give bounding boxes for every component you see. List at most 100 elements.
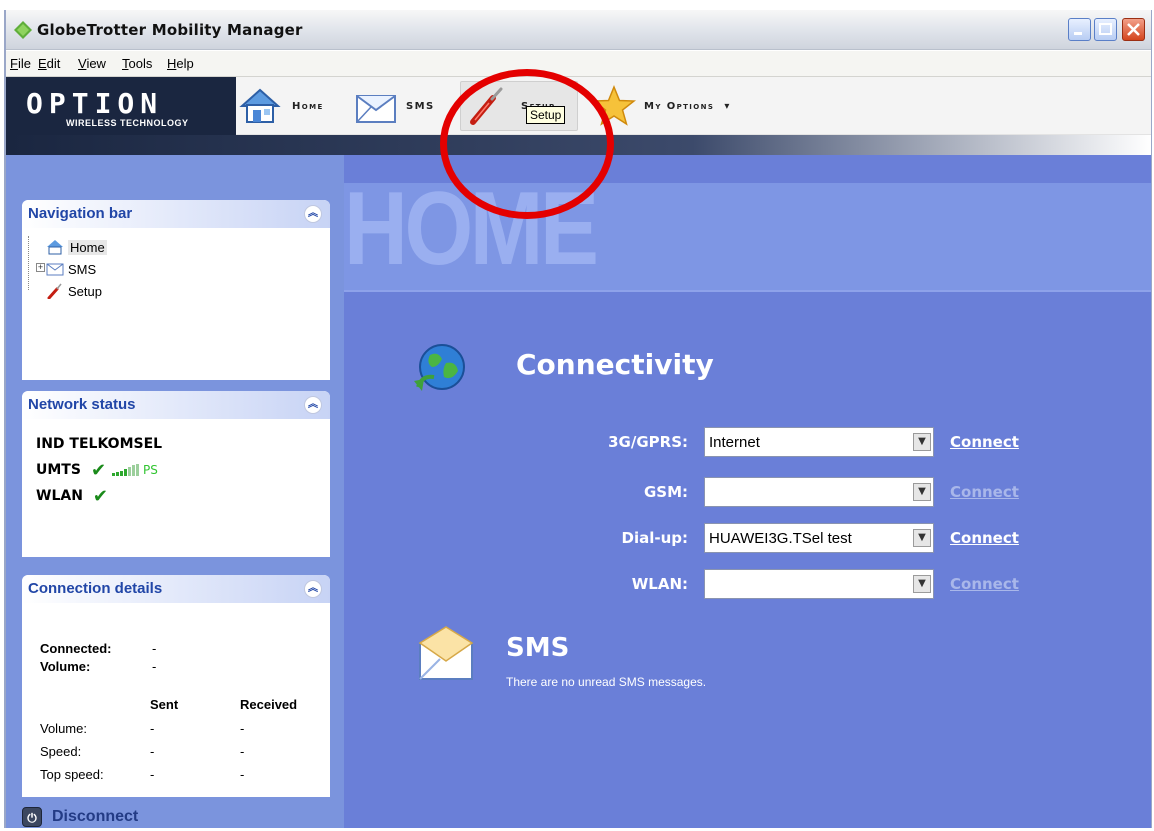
menu-help[interactable]: Help <box>167 56 194 71</box>
disconnect-label: Disconnect <box>52 808 139 825</box>
umts-label: UMTS <box>36 462 81 478</box>
nav-item-home[interactable]: Home <box>36 236 107 258</box>
connection-panel-header[interactable]: Connection details ︽ <box>22 575 330 603</box>
nav-item-setup[interactable]: Setup <box>36 280 107 302</box>
expand-icon[interactable]: + <box>36 263 45 272</box>
check-icon: ✔ <box>92 485 109 507</box>
connection-select[interactable]: Internet ▼ <box>704 427 934 457</box>
navigation-tree: Home + SMS Setup <box>36 236 107 302</box>
toolbar-home-button[interactable]: Home <box>238 81 324 131</box>
connected-label: Connected: <box>40 641 112 656</box>
row-sent: - <box>150 721 155 736</box>
toolbar-strip <box>6 135 1151 155</box>
chevron-down-icon[interactable]: ▼ <box>913 433 931 451</box>
nav-item-label: Setup <box>68 283 102 299</box>
connection-panel-title: Connection details <box>28 580 163 597</box>
page-title: HOME <box>344 171 599 287</box>
volume-label: Volume: <box>40 659 91 674</box>
disconnect-button[interactable]: ⏻ Disconnect <box>22 803 138 828</box>
menu-bar: File Edit View Tools Help <box>6 51 1151 77</box>
logo-subtitle: WIRELESS TECHNOLOGY <box>66 118 189 128</box>
connection-select[interactable]: ▼ <box>704 569 934 599</box>
connection-select-value: Internet <box>709 434 760 451</box>
envelope-icon <box>46 263 64 276</box>
row-sent: - <box>150 744 155 759</box>
toolbar-home-label: Home <box>292 100 324 112</box>
connection-details-panel: Connection details ︽ Connected: - Volume… <box>22 575 330 797</box>
wrench-icon <box>470 87 503 125</box>
envelope-icon <box>356 95 396 123</box>
network-panel-header[interactable]: Network status ︽ <box>22 391 330 419</box>
menu-view[interactable]: View <box>78 56 106 71</box>
close-button[interactable] <box>1122 18 1145 41</box>
navigation-panel: Navigation bar ︽ Home + SMS Setup <box>22 200 330 380</box>
volume-value: - <box>152 659 157 674</box>
umts-row: UMTS ✔ PS <box>36 457 162 483</box>
row-label: Volume: <box>40 721 87 736</box>
menu-edit[interactable]: Edit <box>38 56 60 71</box>
minimize-button[interactable] <box>1068 18 1091 41</box>
navigation-panel-header[interactable]: Navigation bar ︽ <box>22 200 330 228</box>
title-bar[interactable]: GlobeTrotter Mobility Manager <box>6 10 1151 50</box>
minimize-icon <box>1074 32 1082 35</box>
connection-row-wlan: WLAN: ▼ Connect <box>544 569 1044 599</box>
row-sent: - <box>150 767 155 782</box>
dropdown-arrow-icon[interactable]: ▾ <box>724 101 729 112</box>
connect-link[interactable]: Connect <box>950 433 1019 451</box>
toolbar-my-options-button[interactable]: My Options ▾ <box>592 81 729 131</box>
chevron-down-icon[interactable]: ▼ <box>913 483 931 501</box>
row-label: Top speed: <box>40 767 104 782</box>
chevron-down-icon[interactable]: ▼ <box>913 575 931 593</box>
window-title: GlobeTrotter Mobility Manager <box>37 21 303 39</box>
row-received: - <box>240 767 245 782</box>
logo-text: OPTION <box>26 87 164 120</box>
menu-tools[interactable]: Tools <box>122 56 152 71</box>
home-icon <box>239 88 281 123</box>
power-icon: ⏻ <box>22 807 42 827</box>
nav-item-sms[interactable]: + SMS <box>36 258 107 280</box>
left-pane: Navigation bar ︽ Home + SMS Setup Networ… <box>6 155 344 828</box>
collapse-icon[interactable]: ︽ <box>304 580 322 598</box>
operator-name: IND TELKOMSEL <box>36 436 163 452</box>
maximize-button[interactable] <box>1094 18 1117 41</box>
home-icon <box>47 240 63 255</box>
check-icon: ✔ <box>90 459 107 481</box>
connect-link[interactable]: Connect <box>950 529 1019 547</box>
toolbar-sms-button[interactable]: SMS <box>354 81 435 131</box>
operator-row: IND TELKOMSEL <box>36 431 162 457</box>
sms-title: SMS <box>506 633 570 663</box>
toolbar-sms-label: SMS <box>406 100 435 112</box>
connected-value: - <box>152 641 157 656</box>
column-received: Received <box>240 697 298 712</box>
main-content: HOME Connectivity 3G/GPRS: Internet ▼ Co… <box>344 155 1151 828</box>
connection-label: GSM: <box>643 483 688 501</box>
connection-select-value: HUAWEI3G.TSel test <box>709 530 852 547</box>
nav-item-label: SMS <box>68 261 97 277</box>
connection-label: 3G/GPRS: <box>608 433 688 451</box>
network-status-body: IND TELKOMSEL UMTS ✔ PS WLAN ✔ <box>36 431 162 509</box>
row-received: - <box>240 721 245 736</box>
row-label: Speed: <box>40 744 82 759</box>
collapse-icon[interactable]: ︽ <box>304 396 322 414</box>
collapse-icon[interactable]: ︽ <box>304 205 322 223</box>
chevron-down-icon[interactable]: ▼ <box>913 529 931 547</box>
wrench-icon <box>47 283 62 299</box>
sms-status-message: There are no unread SMS messages. <box>506 675 707 689</box>
connect-link: Connect <box>950 483 1019 501</box>
app-logo-icon <box>14 21 32 39</box>
network-status-panel: Network status ︽ IND TELKOMSEL UMTS ✔ PS… <box>22 391 330 557</box>
wlan-row: WLAN ✔ <box>36 483 162 509</box>
connectivity-title: Connectivity <box>516 348 714 381</box>
star-icon <box>592 85 636 126</box>
wlan-label: WLAN <box>36 488 83 504</box>
connection-row-gsm: GSM: ▼ Connect <box>544 477 1044 507</box>
connection-select[interactable]: ▼ <box>704 477 934 507</box>
connection-row-3g: 3G/GPRS: Internet ▼ Connect <box>544 427 1044 457</box>
setup-tooltip: Setup <box>526 106 566 124</box>
navigation-panel-title: Navigation bar <box>28 205 133 222</box>
connection-select[interactable]: HUAWEI3G.TSel test ▼ <box>704 523 934 553</box>
network-panel-title: Network status <box>28 396 136 413</box>
menu-file[interactable]: File <box>10 56 31 71</box>
app-window: GlobeTrotter Mobility Manager File Edit … <box>4 10 1152 828</box>
connection-details-body: Connected: - Volume: - Sent Received Vol… <box>22 603 330 797</box>
